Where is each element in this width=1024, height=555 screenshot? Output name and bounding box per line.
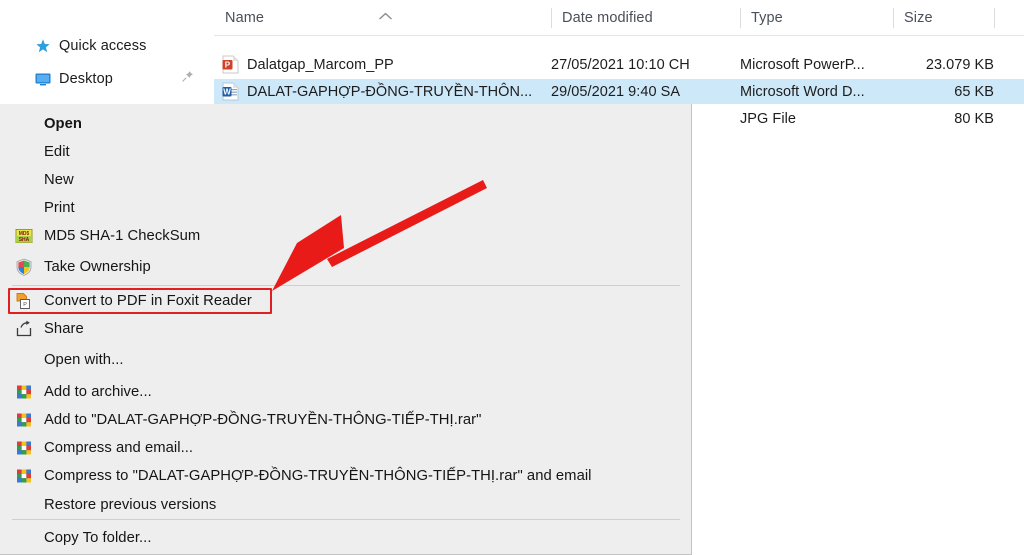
blank-icon <box>14 495 34 515</box>
word-file-icon: W <box>222 82 239 101</box>
powerpoint-file-icon: P <box>222 55 239 74</box>
file-name-cell: P Dalatgap_Marcom_PP <box>222 52 394 77</box>
menu-item-label: Restore previous versions <box>44 497 216 513</box>
column-header-size[interactable]: Size <box>893 0 994 35</box>
column-divider[interactable] <box>893 8 894 28</box>
winrar-icon <box>14 466 34 486</box>
md5-checksum-icon: MD5 SHA <box>14 226 34 246</box>
sidebar-item-label: Desktop <box>59 71 113 87</box>
column-divider[interactable] <box>740 8 741 28</box>
file-name-label: DALAT-GAPHỢP-ĐỒNG-TRUYỀN-THÔN... <box>247 84 532 100</box>
column-header-label: Size <box>893 10 933 26</box>
menu-item-label: Open <box>44 116 82 132</box>
winrar-icon <box>14 410 34 430</box>
menu-item-open-with[interactable]: Open with... <box>0 347 692 373</box>
blank-icon <box>14 350 34 370</box>
column-header-label: Type <box>740 10 783 26</box>
blank-icon <box>14 198 34 218</box>
menu-item-label: Share <box>44 321 84 337</box>
menu-item-add-to-named-archive[interactable]: Add to "DALAT-GAPHỢP-ĐỒNG-TRUYỀN-THÔNG-T… <box>0 407 692 433</box>
menu-item-add-to-archive[interactable]: Add to archive... <box>0 379 692 405</box>
file-name-cell: W DALAT-GAPHỢP-ĐỒNG-TRUYỀN-THÔN... <box>222 79 532 104</box>
menu-item-open[interactable]: Open <box>0 111 692 137</box>
menu-item-share[interactable]: Share <box>0 316 692 342</box>
blank-icon <box>14 528 34 548</box>
column-divider[interactable] <box>994 8 995 28</box>
menu-item-copy-to-folder[interactable]: Copy To folder... <box>0 525 692 551</box>
menu-item-print[interactable]: Print <box>0 195 692 221</box>
blank-icon <box>14 114 34 134</box>
sidebar-item-quick-access[interactable]: Quick access <box>34 33 146 59</box>
column-header-label: Date modified <box>551 10 653 26</box>
highlight-box-convert-to-pdf <box>8 288 272 314</box>
blank-icon <box>14 142 34 162</box>
sidebar-item-label: Quick access <box>59 38 146 54</box>
table-row[interactable]: P Dalatgap_Marcom_PP 27/05/2021 10:10 CH… <box>214 52 1024 77</box>
blank-icon <box>14 170 34 190</box>
menu-item-label: Add to archive... <box>44 384 152 400</box>
header-separator <box>214 35 1024 36</box>
menu-item-label: Add to "DALAT-GAPHỢP-ĐỒNG-TRUYỀN-THÔNG-T… <box>44 412 481 428</box>
menu-item-label: New <box>44 172 74 188</box>
shield-icon <box>14 257 34 277</box>
svg-text:W: W <box>223 88 231 97</box>
file-name-label: Dalatgap_Marcom_PP <box>247 57 394 73</box>
menu-item-label: Print <box>44 200 75 216</box>
menu-item-edit[interactable]: Edit <box>0 139 692 165</box>
file-size-cell: 23.079 KB <box>814 52 1024 77</box>
menu-item-label: Compress and email... <box>44 440 193 456</box>
menu-item-take-ownership[interactable]: Take Ownership <box>0 254 692 280</box>
menu-item-md5-sha1-checksum[interactable]: MD5 SHA MD5 SHA-1 CheckSum <box>0 223 692 249</box>
file-date-cell: 27/05/2021 10:10 CH <box>551 52 690 77</box>
menu-item-label: Edit <box>44 144 70 160</box>
sidebar-item-desktop[interactable]: Desktop <box>34 66 113 92</box>
screenshot-root: Quick access Desktop <box>0 0 1024 555</box>
file-size-cell: 65 KB <box>814 79 1024 104</box>
sort-ascending-icon <box>378 8 393 17</box>
context-menu: Open Edit New Print MD5 SHA MD5 SHA-1 <box>0 104 692 555</box>
navigation-pane: Quick access Desktop <box>0 0 214 104</box>
winrar-icon <box>14 382 34 402</box>
monitor-icon <box>34 70 52 88</box>
file-type-cell: JPG File <box>740 106 796 131</box>
menu-item-label: Compress to "DALAT-GAPHỢP-ĐỒNG-TRUYỀN-TH… <box>44 468 592 484</box>
menu-item-label: Take Ownership <box>44 259 151 275</box>
column-header-label: Name <box>214 10 264 26</box>
column-divider[interactable] <box>551 8 552 28</box>
table-row[interactable]: W DALAT-GAPHỢP-ĐỒNG-TRUYỀN-THÔN... 29/05… <box>214 79 1024 104</box>
svg-text:SHA: SHA <box>19 237 30 243</box>
menu-separator <box>12 519 680 520</box>
menu-item-compress-and-email[interactable]: Compress and email... <box>0 435 692 461</box>
winrar-icon <box>14 438 34 458</box>
menu-item-restore-previous-versions[interactable]: Restore previous versions <box>0 492 692 518</box>
menu-item-label: Copy To folder... <box>44 530 152 546</box>
menu-item-label: MD5 SHA-1 CheckSum <box>44 228 200 244</box>
column-header-date-modified[interactable]: Date modified <box>551 0 740 35</box>
menu-item-compress-to-named-archive-and-email[interactable]: Compress to "DALAT-GAPHỢP-ĐỒNG-TRUYỀN-TH… <box>0 463 692 489</box>
menu-item-label: Open with... <box>44 352 124 368</box>
svg-text:P: P <box>225 61 231 70</box>
pin-icon[interactable] <box>181 70 194 83</box>
star-icon <box>34 37 52 55</box>
file-date-cell: 29/05/2021 9:40 SA <box>551 79 680 104</box>
menu-separator <box>12 285 680 286</box>
share-icon <box>14 319 34 339</box>
menu-item-new[interactable]: New <box>0 167 692 193</box>
column-header-type[interactable]: Type <box>740 0 893 35</box>
file-size-cell: 80 KB <box>814 106 1024 131</box>
